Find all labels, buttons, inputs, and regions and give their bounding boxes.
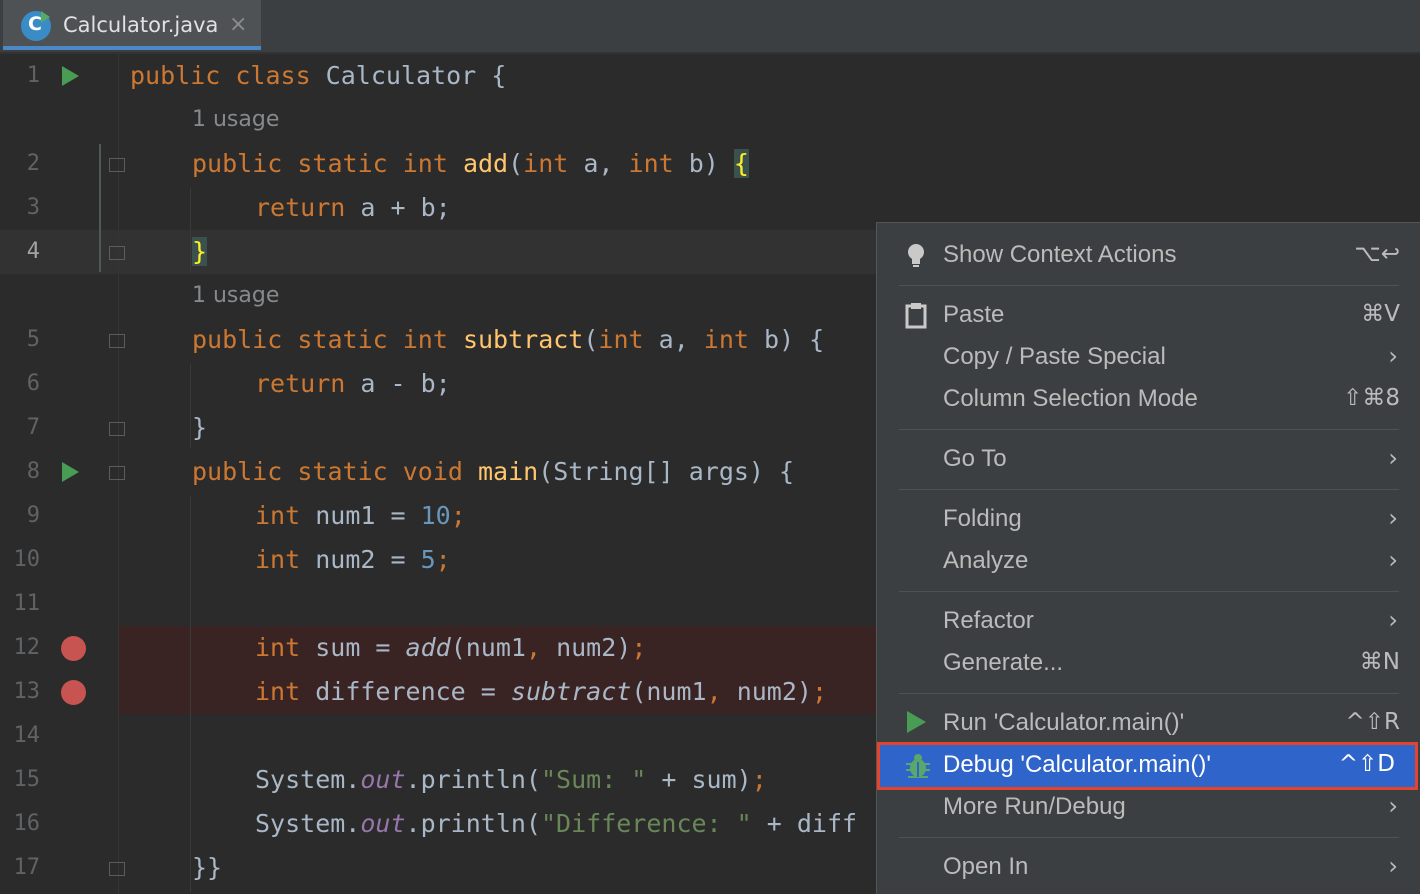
close-icon[interactable]: × — [229, 12, 247, 37]
code-line: return a + b; — [255, 193, 451, 222]
line-number: 6 — [26, 371, 40, 396]
line-number: 10 — [13, 547, 41, 572]
line-number: 14 — [13, 723, 41, 748]
line-number: 12 — [13, 635, 41, 660]
menu-item-generate[interactable]: Generate... ⌘N — [877, 643, 1420, 685]
context-menu: Show Context Actions ⌥↩ Paste ⌘V Copy / Pa… — [876, 222, 1420, 894]
code-line: }} — [192, 853, 223, 882]
chevron-right-icon: › — [1388, 792, 1398, 820]
code-line: int difference = subtract(num1, num2); — [255, 677, 828, 706]
line-number: 7 — [26, 415, 40, 440]
line-number: 13 — [13, 679, 41, 704]
tab-label: Calculator.java — [63, 13, 219, 37]
chevron-right-icon: › — [1388, 444, 1398, 472]
menu-item-show-context-actions[interactable]: Show Context Actions ⌥↩ — [877, 235, 1420, 277]
fold-icon[interactable] — [109, 862, 125, 876]
line-number: 5 — [26, 327, 40, 352]
code-line: System.out.println("Sum: " + sum); — [255, 765, 767, 794]
fold-icon[interactable] — [109, 246, 125, 260]
line-number: 1 — [26, 63, 40, 88]
menu-separator — [899, 693, 1399, 694]
tab-calculator-java[interactable]: C Calculator.java × — [3, 0, 261, 50]
chevron-right-icon: › — [1388, 606, 1398, 634]
code-line: } — [192, 237, 208, 266]
code-line: public static void main(String[] args) { — [192, 457, 795, 486]
menu-separator — [899, 837, 1399, 838]
menu-separator — [899, 285, 1399, 286]
line-number: 3 — [26, 195, 40, 220]
clipboard-icon — [905, 303, 927, 334]
code-line: public static int subtract(int a, int b)… — [192, 325, 825, 354]
code-line: System.out.println("Difference: " + diff — [255, 809, 858, 838]
code-line: return a - b; — [255, 369, 451, 398]
menu-item-analyze[interactable]: Analyze › — [877, 541, 1420, 583]
line-number: 17 — [13, 855, 41, 880]
menu-item-more-run-debug[interactable]: More Run/Debug › — [877, 787, 1420, 829]
menu-item-go-to[interactable]: Go To › — [877, 439, 1420, 481]
chevron-right-icon: › — [1388, 504, 1398, 532]
code-line: int num2 = 5; — [255, 545, 451, 574]
usage-hint[interactable]: 1 usage — [192, 98, 279, 142]
menu-separator — [899, 489, 1399, 490]
lightbulb-icon — [905, 243, 927, 274]
menu-item-paste[interactable]: Paste ⌘V — [877, 295, 1420, 337]
breakpoint-icon[interactable] — [61, 636, 86, 661]
fold-icon[interactable] — [109, 466, 125, 480]
breakpoint-icon[interactable] — [61, 680, 86, 705]
run-gutter-icon[interactable] — [62, 462, 79, 482]
chevron-right-icon: › — [1388, 546, 1398, 574]
line-number: 9 — [26, 503, 40, 528]
line-number: 2 — [26, 151, 40, 176]
menu-item-open-in[interactable]: Open In › — [877, 847, 1420, 889]
menu-item-folding[interactable]: Folding › — [877, 499, 1420, 541]
line-number: 16 — [13, 811, 41, 836]
debug-icon — [905, 753, 931, 784]
fold-icon[interactable] — [109, 158, 125, 172]
run-gutter-icon[interactable] — [62, 66, 79, 86]
menu-separator — [899, 591, 1399, 592]
code-line: int sum = add(num1, num2); — [255, 633, 647, 662]
chevron-right-icon: › — [1388, 852, 1398, 880]
line-number: 15 — [13, 767, 41, 792]
run-icon — [905, 709, 927, 740]
menu-item-column-selection-mode[interactable]: Column Selection Mode ⇧⌘8 — [877, 379, 1420, 421]
menu-separator — [899, 429, 1399, 430]
menu-item-run[interactable]: Run 'Calculator.main()' ^⇧R — [877, 703, 1420, 745]
menu-item-debug[interactable]: Debug 'Calculator.main()' ^⇧D — [877, 742, 1418, 790]
code-line: int num1 = 10; — [255, 501, 466, 530]
code-line: } — [192, 413, 208, 442]
code-line: public static int add(int a, int b) { — [192, 149, 749, 178]
chevron-right-icon: › — [1388, 342, 1398, 370]
menu-item-refactor[interactable]: Refactor › — [877, 601, 1420, 643]
line-number: 8 — [26, 459, 40, 484]
fold-icon[interactable] — [109, 334, 125, 348]
editor-tab-bar: C Calculator.java × — [0, 0, 1420, 54]
menu-item-copy-paste-special[interactable]: Copy / Paste Special › — [877, 337, 1420, 379]
line-number: 4 — [26, 239, 40, 264]
code-line: public class Calculator { — [130, 61, 507, 90]
usage-hint[interactable]: 1 usage — [192, 274, 279, 318]
fold-icon[interactable] — [109, 422, 125, 436]
line-number: 11 — [13, 591, 41, 616]
java-class-icon: C — [21, 11, 51, 41]
